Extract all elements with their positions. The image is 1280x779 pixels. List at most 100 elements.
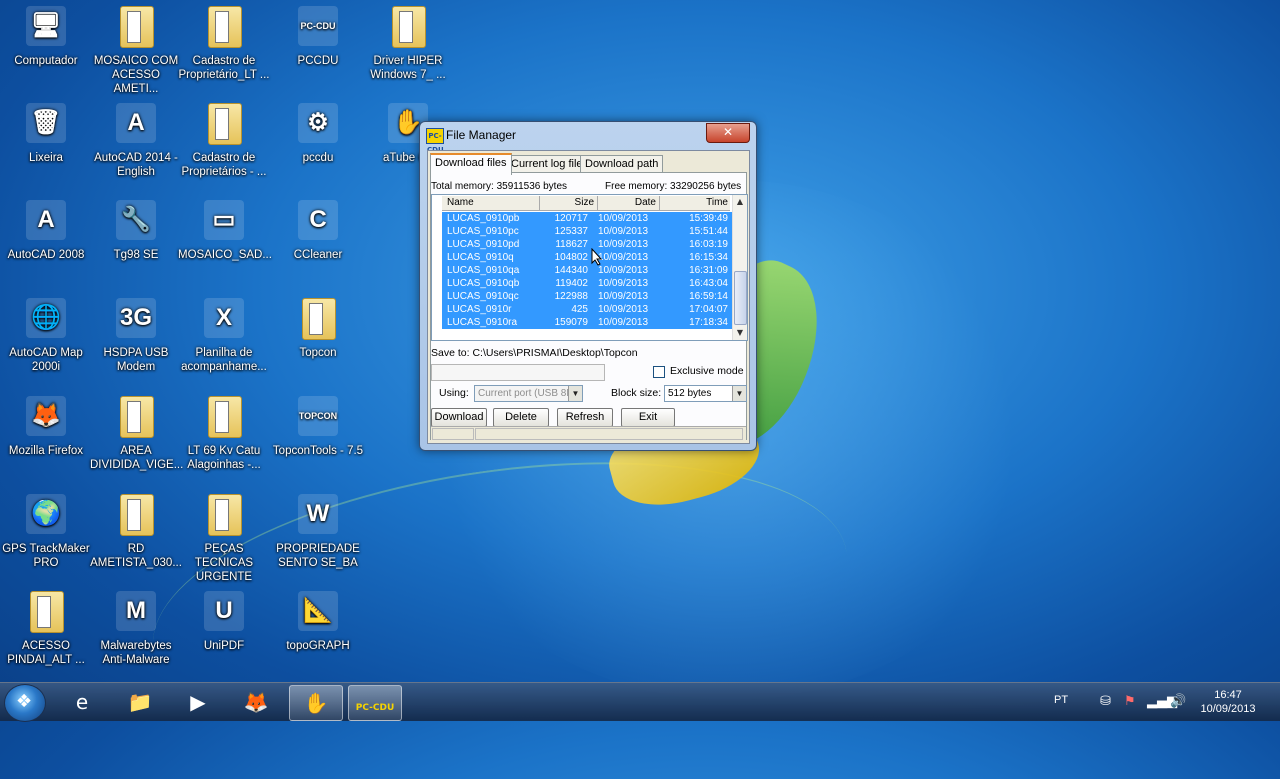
scroll-down-icon[interactable]: ▼: [734, 327, 746, 339]
desktop-icon[interactable]: TOPCON TopconTools - 7.5: [272, 396, 364, 458]
volume-icon[interactable]: 🔊: [1170, 694, 1186, 709]
desktop-icon[interactable]: LT 69 Kv Catu Alagoinhas -...: [178, 396, 270, 472]
file-row[interactable]: LUCAS_0910pc 125337 10/09/2013 15:51:44: [442, 225, 732, 238]
desktop-icon-image: [202, 396, 246, 440]
file-size: 125337: [554, 226, 588, 237]
desktop-icon[interactable]: 🖥 Computador: [0, 6, 92, 68]
chevron-down-icon[interactable]: ▼: [732, 386, 746, 401]
file-date: 10/09/2013: [598, 291, 649, 302]
desktop-icon[interactable]: U UniPDF: [178, 591, 270, 653]
port-select-value: Current port (USB 8F: [478, 388, 573, 399]
taskbar-internet-explorer[interactable]: e: [56, 685, 108, 719]
taskbar-atube-catcher[interactable]: ✋: [289, 685, 343, 721]
desktop-icon[interactable]: MOSAICO COM ACESSO AMETI...: [90, 6, 182, 96]
port-select[interactable]: Current port (USB 8F ▼: [474, 385, 583, 402]
desktop-icon[interactable]: A AutoCAD 2008: [0, 200, 92, 262]
close-button[interactable]: ✕: [706, 123, 750, 143]
file-row[interactable]: LUCAS_0910qc 122988 10/09/2013 16:59:14: [442, 290, 732, 303]
file-row[interactable]: LUCAS_0910qb 119402 10/09/2013 16:43:04: [442, 277, 732, 290]
window-title: File Manager: [446, 128, 517, 142]
desktop-icon-label: AREA DIVIDIDA_VIGE...: [90, 445, 184, 471]
taskbar-windows-explorer[interactable]: 📁: [114, 685, 166, 719]
app-icon: 🗑: [26, 103, 66, 143]
desktop-icon[interactable]: Cadastro de Proprietários - ...: [178, 103, 270, 179]
download-button[interactable]: Download: [431, 408, 487, 427]
scroll-up-icon[interactable]: ▲: [734, 196, 746, 208]
scroll-thumb[interactable]: [734, 271, 747, 325]
delete-button[interactable]: Delete: [493, 408, 549, 427]
start-button[interactable]: [4, 684, 46, 722]
desktop-icon[interactable]: 🗑 Lixeira: [0, 103, 92, 165]
desktop-icon-label: GPS TrackMaker PRO: [2, 543, 90, 569]
file-time: 17:04:07: [689, 304, 728, 315]
desktop-icon[interactable]: 📐 topoGRAPH: [272, 591, 364, 653]
column-size[interactable]: Size: [540, 196, 598, 210]
column-name[interactable]: Name: [442, 196, 540, 210]
file-row[interactable]: LUCAS_0910ra 159079 10/09/2013 17:18:34: [442, 316, 732, 329]
desktop-icon[interactable]: 🔧 Tg98 SE: [90, 200, 182, 262]
taskbar-firefox[interactable]: 🦊: [230, 685, 282, 719]
file-time: 15:39:49: [689, 213, 728, 224]
desktop-icon[interactable]: PEÇAS TECNICAS URGENTE: [178, 494, 270, 584]
file-row[interactable]: LUCAS_0910q 104802 10/09/2013 16:15:34: [442, 251, 732, 264]
action-center-icon[interactable]: ⚑: [1124, 694, 1136, 709]
exclusive-mode-checkbox[interactable]: [653, 366, 665, 378]
app-icon: 🦊: [26, 396, 66, 436]
desktop-icon[interactable]: ⚙ pccdu: [272, 103, 364, 165]
desktop-icon[interactable]: Driver HIPER Windows 7_ ...: [362, 6, 454, 82]
column-date[interactable]: Date: [598, 196, 660, 210]
file-name: LUCAS_0910qa: [447, 265, 520, 276]
file-manager-window: PC-CDU File Manager ✕ Download files Cur…: [419, 121, 757, 451]
desktop-icon[interactable]: W PROPRIEDADE SENTO SE_BA: [272, 494, 364, 570]
taskbar-pccdu[interactable]: PC-CDU: [348, 685, 402, 721]
file-date: 10/09/2013: [598, 317, 649, 328]
desktop-icon[interactable]: M Malwarebytes Anti-Malware: [90, 591, 182, 667]
desktop-icon[interactable]: 🌐 AutoCAD Map 2000i: [0, 298, 92, 374]
file-row[interactable]: LUCAS_0910r 425 10/09/2013 17:04:07: [442, 303, 732, 316]
usb-device-icon[interactable]: ⛁: [1100, 694, 1111, 709]
desktop-icon-image: X: [202, 298, 246, 342]
file-list[interactable]: Name Size Date Time LUCAS_0910pb 120717 10…: [431, 194, 748, 341]
desktop-icon[interactable]: A AutoCAD 2014 - English: [90, 103, 182, 179]
desktop-icon-label: AutoCAD Map 2000i: [9, 347, 83, 373]
desktop-icon[interactable]: 🦊 Mozilla Firefox: [0, 396, 92, 458]
file-row[interactable]: LUCAS_0910qa 144340 10/09/2013 16:31:09: [442, 264, 732, 277]
taskbar-media-player[interactable]: ▶: [172, 685, 224, 719]
desktop-icon-label: CCleaner: [293, 249, 343, 261]
desktop-icon[interactable]: ACESSO PINDAI_ALT ...: [0, 591, 92, 667]
desktop-icon-image: [386, 6, 430, 50]
file-name: LUCAS_0910qb: [447, 278, 520, 289]
desktop-icon-image: [114, 6, 158, 50]
file-list-scrollbar[interactable]: ▲ ▼: [732, 195, 747, 340]
desktop-icon-image: [24, 591, 68, 635]
tab-download-path[interactable]: Download path: [580, 155, 664, 173]
system-clock[interactable]: 16:47 10/09/2013: [1190, 688, 1266, 716]
exit-button[interactable]: Exit: [621, 408, 675, 427]
column-time[interactable]: Time: [660, 196, 731, 210]
using-label: Using:: [439, 387, 469, 399]
desktop-icon[interactable]: RD AMETISTA_030...: [90, 494, 182, 570]
desktop-icon-image: 🦊: [24, 396, 68, 440]
desktop-icon[interactable]: 🌍 GPS TrackMaker PRO: [0, 494, 92, 570]
file-row[interactable]: LUCAS_0910pb 120717 10/09/2013 15:39:49: [442, 212, 732, 225]
app-icon: M: [116, 591, 156, 631]
tab-current-log-file[interactable]: Current log file: [506, 155, 588, 173]
desktop-icon[interactable]: X Planilha de acompanhame...: [178, 298, 270, 374]
windows-explorer-icon: 📁: [127, 690, 153, 714]
desktop-icon[interactable]: Cadastro de Proprietário_LT ...: [178, 6, 270, 82]
file-row[interactable]: LUCAS_0910pd 118627 10/09/2013 16:03:19: [442, 238, 732, 251]
desktop-icon[interactable]: AREA DIVIDIDA_VIGE...: [90, 396, 184, 472]
desktop-icon[interactable]: C CCleaner: [272, 200, 364, 262]
tab-download-files[interactable]: Download files: [430, 153, 512, 175]
desktop-icon[interactable]: 3G HSDPA USB Modem: [90, 298, 182, 374]
block-size-select[interactable]: 512 bytes ▼: [664, 385, 747, 402]
desktop-icon[interactable]: Topcon: [272, 298, 364, 360]
desktop-icon-image: [202, 103, 246, 147]
refresh-button[interactable]: Refresh: [557, 408, 613, 427]
desktop-icon[interactable]: PC-CDU PCCDU: [272, 6, 364, 68]
internet-explorer-icon: e: [75, 690, 89, 714]
desktop-icon[interactable]: ▭ MOSAICO_SAD...: [178, 200, 272, 262]
chevron-down-icon[interactable]: ▼: [568, 386, 582, 401]
folder-icon: [30, 591, 64, 633]
language-indicator[interactable]: PT: [1054, 694, 1068, 706]
